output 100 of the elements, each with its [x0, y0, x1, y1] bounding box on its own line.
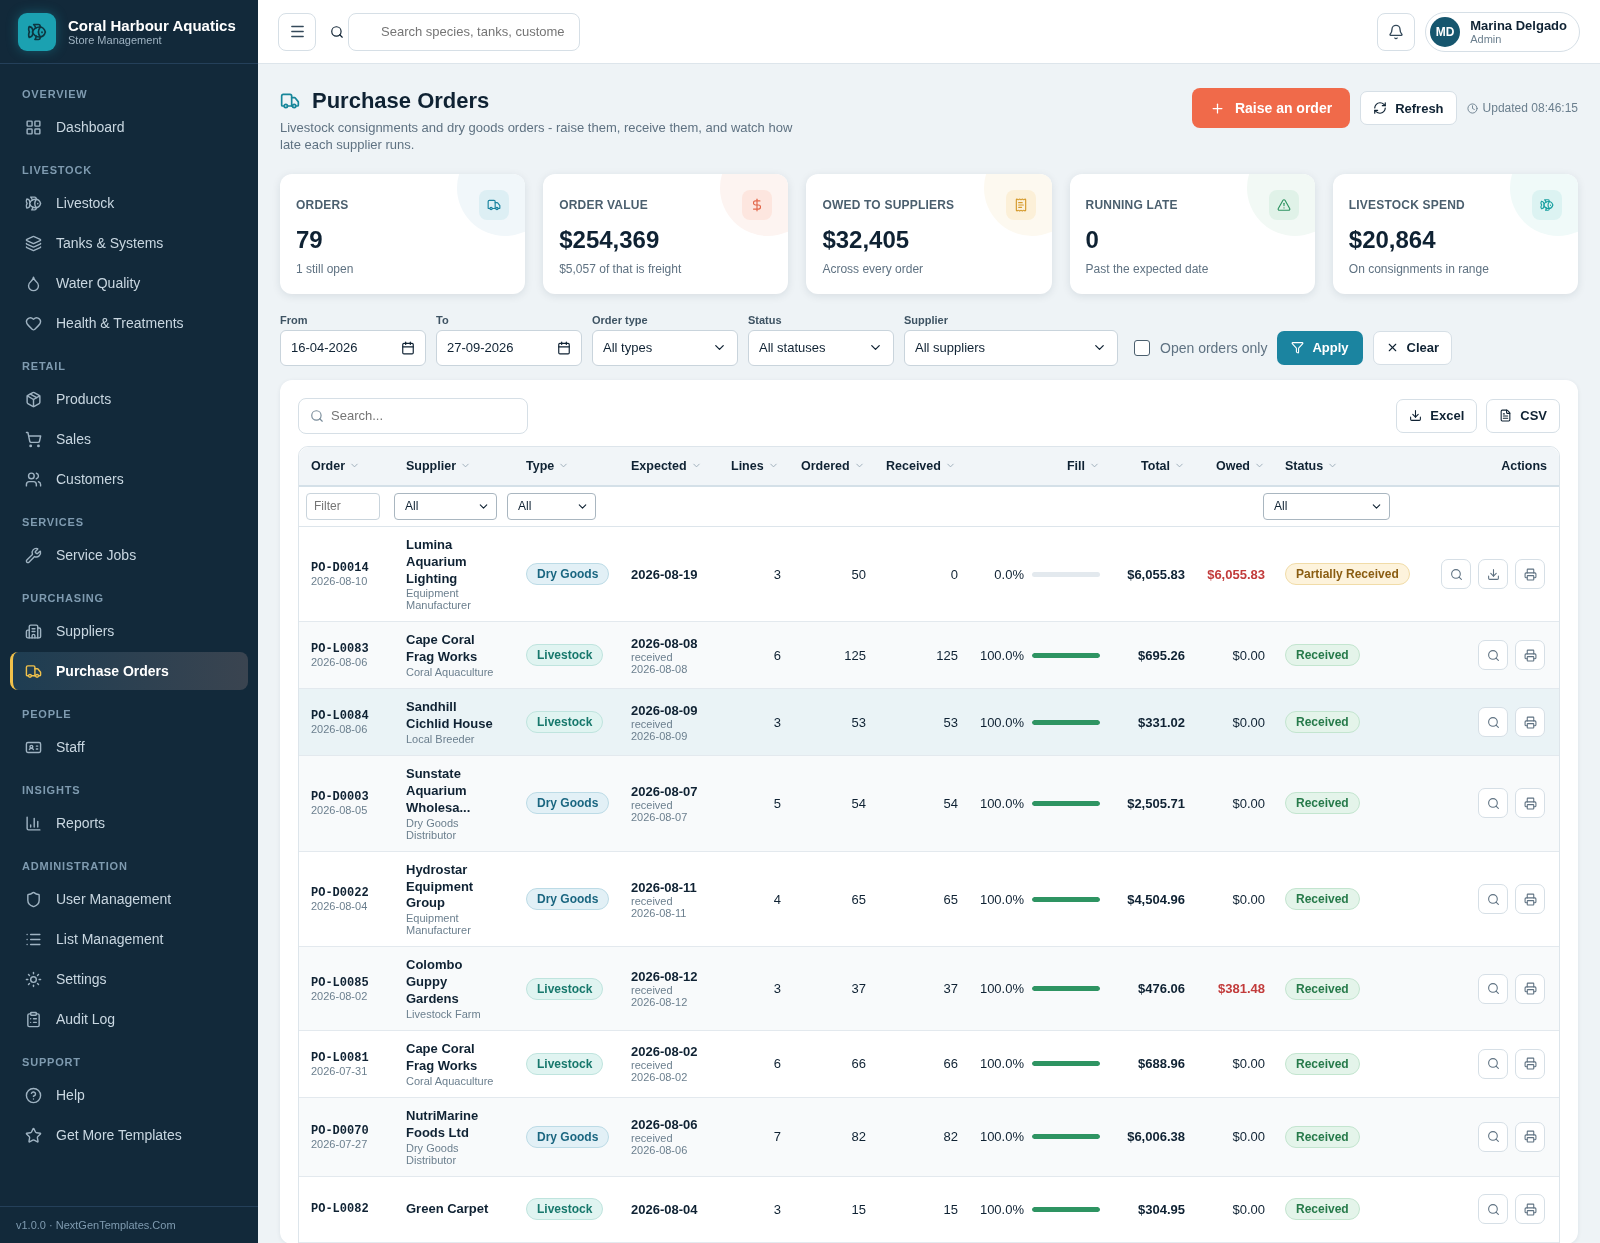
- fill-meter: [1032, 719, 1100, 725]
- status-filter-dropdown[interactable]: All: [1263, 492, 1390, 520]
- view-button[interactable]: [1478, 788, 1508, 819]
- column-header[interactable]: Supplier: [394, 458, 514, 473]
- type-filter-dropdown[interactable]: All: [507, 492, 596, 520]
- fill-meter: [1032, 1206, 1100, 1212]
- dropdown[interactable]: All suppliers: [904, 329, 1118, 366]
- nav-item[interactable]: Tanks & Systems: [10, 224, 248, 262]
- view-button[interactable]: [1478, 973, 1508, 1004]
- column-header[interactable]: Received: [874, 458, 966, 473]
- nav-item[interactable]: Water Quality: [10, 264, 248, 302]
- cart-icon: [25, 430, 42, 448]
- printer-icon: [1523, 1130, 1537, 1144]
- table-search-field[interactable]: Search...: [298, 397, 528, 434]
- column-header[interactable]: Lines: [719, 458, 789, 473]
- nav-item[interactable]: Get More Templates: [10, 1116, 248, 1154]
- menu-button[interactable]: [278, 12, 316, 51]
- export-button[interactable]: CSV: [1486, 398, 1560, 433]
- filter-label: Supplier: [904, 313, 949, 326]
- stat-label: LIVESTOCK SPEND: [1348, 197, 1466, 212]
- nav-item[interactable]: Staff: [10, 728, 248, 766]
- wrench-icon: [25, 546, 42, 564]
- droplet-icon: [25, 274, 42, 292]
- nav-item[interactable]: Reports: [10, 804, 248, 842]
- notifications-button[interactable]: [1377, 12, 1416, 51]
- nav-item[interactable]: Livestock: [10, 184, 248, 222]
- nav-item[interactable]: Audit Log: [10, 1000, 248, 1038]
- date-field[interactable]: 27-09-2026: [436, 329, 582, 366]
- download-button[interactable]: [1478, 559, 1508, 590]
- total-amount: $688.96: [1138, 1056, 1185, 1072]
- nav-section-title: INSIGHTS: [21, 783, 82, 798]
- column-header[interactable]: Total: [1108, 458, 1193, 473]
- nav-item[interactable]: Sales: [10, 420, 248, 458]
- date-field[interactable]: 16-04-2026: [280, 329, 426, 366]
- column-header[interactable]: Fill: [966, 458, 1108, 473]
- order-number: PO-D0014: [311, 561, 370, 576]
- nav-item[interactable]: Help: [10, 1076, 248, 1114]
- export-button[interactable]: Excel: [1396, 398, 1478, 433]
- nav-item[interactable]: Products: [10, 380, 248, 418]
- print-button[interactable]: [1515, 973, 1545, 1004]
- table-row[interactable]: PO-L0085 2026-08-02 Colombo Guppy Gardens Livestock Farm Livestock 2026-08-12 received 2026-08-12 3 37 37 100.0% $476.06 $381.48 Received: [299, 947, 1559, 1032]
- print-button[interactable]: [1515, 1194, 1545, 1225]
- status-tag: Received: [1285, 888, 1360, 910]
- fill-meter: [1032, 800, 1100, 806]
- column-header[interactable]: Owed: [1193, 458, 1273, 473]
- column-header[interactable]: Ordered: [789, 458, 874, 473]
- expected-date: 2026-08-11: [631, 879, 698, 895]
- view-button[interactable]: [1478, 1121, 1508, 1152]
- order-filter-field[interactable]: Filter: [306, 492, 380, 520]
- warning-icon: [1276, 197, 1291, 212]
- owed-amount: $0.00: [1232, 891, 1265, 907]
- dropdown[interactable]: All statuses: [748, 329, 894, 366]
- printer-icon: [1523, 715, 1537, 729]
- supplier-name: Hydrostar Equipment Group: [406, 861, 475, 913]
- print-button[interactable]: [1515, 788, 1545, 819]
- table-row[interactable]: PO-L0083 2026-08-06 Cape Coral Frag Works Coral Aquaculture Livestock 2026-08-08 received 2026-08-08 6 125 125 100.0% $695.26 $0.00 Received: [299, 622, 1559, 690]
- clear-button[interactable]: Clear: [1372, 330, 1453, 365]
- view-button[interactable]: [1478, 640, 1508, 671]
- print-button[interactable]: [1515, 1121, 1545, 1152]
- nav-item[interactable]: Service Jobs: [10, 536, 248, 574]
- nav-item[interactable]: Health & Treatments: [10, 304, 248, 342]
- column-header[interactable]: Status: [1273, 458, 1408, 473]
- view-button[interactable]: [1478, 1048, 1508, 1079]
- search-icon: [1486, 892, 1500, 906]
- print-button[interactable]: [1515, 559, 1545, 590]
- table-row[interactable]: PO-L0084 2026-08-06 Sandhill Cichlid House Local Breeder Livestock 2026-08-09 received 2026-08-09 3 53 53 100.0% $331.02 $0.00 Received: [299, 689, 1559, 756]
- print-button[interactable]: [1515, 707, 1545, 738]
- clipboard-icon: [25, 1010, 42, 1028]
- search-field[interactable]: Search species, tanks, custome: [348, 12, 580, 51]
- owed-amount: $381.48: [1218, 981, 1265, 997]
- print-button[interactable]: [1515, 1048, 1545, 1079]
- user-name: Marina Delgado: [1470, 18, 1567, 33]
- checkbox[interactable]: [1134, 339, 1150, 356]
- nav-item[interactable]: Dashboard: [10, 108, 248, 146]
- view-button[interactable]: [1478, 1194, 1508, 1225]
- fill-meter: [1032, 1134, 1100, 1140]
- table-row[interactable]: PO-D0003 2026-08-05 Sunstate Aquarium Wholesa... Dry Goods Distributor Dry Goods 2026-08-07 received 2026-08-07 5 54 54 100.0% $2,505.71 $0.00 Received: [299, 756, 1559, 852]
- print-button[interactable]: [1515, 884, 1545, 914]
- apply-button[interactable]: Apply: [1277, 330, 1363, 365]
- nav-item[interactable]: Customers: [10, 460, 248, 498]
- table-row[interactable]: PO-D0070 2026-07-27 NutriMarine Foods Ltd Dry Goods Distributor Dry Goods 2026-08-06 received 2026-08-06 7 82 82 100.0% $6,006.38 $0.00 Received: [299, 1097, 1559, 1177]
- column-header[interactable]: Type: [514, 458, 619, 473]
- supplier-type: Livestock Farm: [406, 1008, 482, 1021]
- nav-item[interactable]: List Management: [10, 920, 248, 958]
- column-header[interactable]: Order: [299, 458, 394, 473]
- view-button[interactable]: [1441, 559, 1471, 590]
- column-header[interactable]: Expected: [619, 458, 719, 473]
- nav-item[interactable]: User Management: [10, 880, 248, 918]
- nav-section-title: SUPPORT: [21, 1055, 82, 1070]
- supplier-filter-dropdown[interactable]: All: [394, 492, 497, 520]
- view-button[interactable]: [1478, 707, 1508, 738]
- dropdown[interactable]: All types: [592, 329, 738, 366]
- nav-item[interactable]: Purchase Orders: [10, 652, 248, 690]
- total-amount: $695.26: [1138, 647, 1185, 663]
- print-button[interactable]: [1515, 640, 1545, 671]
- view-button[interactable]: [1478, 884, 1508, 914]
- nav-item[interactable]: Suppliers: [10, 612, 248, 650]
- document-icon: [1499, 409, 1513, 423]
- refresh-button[interactable]: Refresh: [1360, 91, 1457, 125]
- nav-item[interactable]: Settings: [10, 960, 248, 998]
